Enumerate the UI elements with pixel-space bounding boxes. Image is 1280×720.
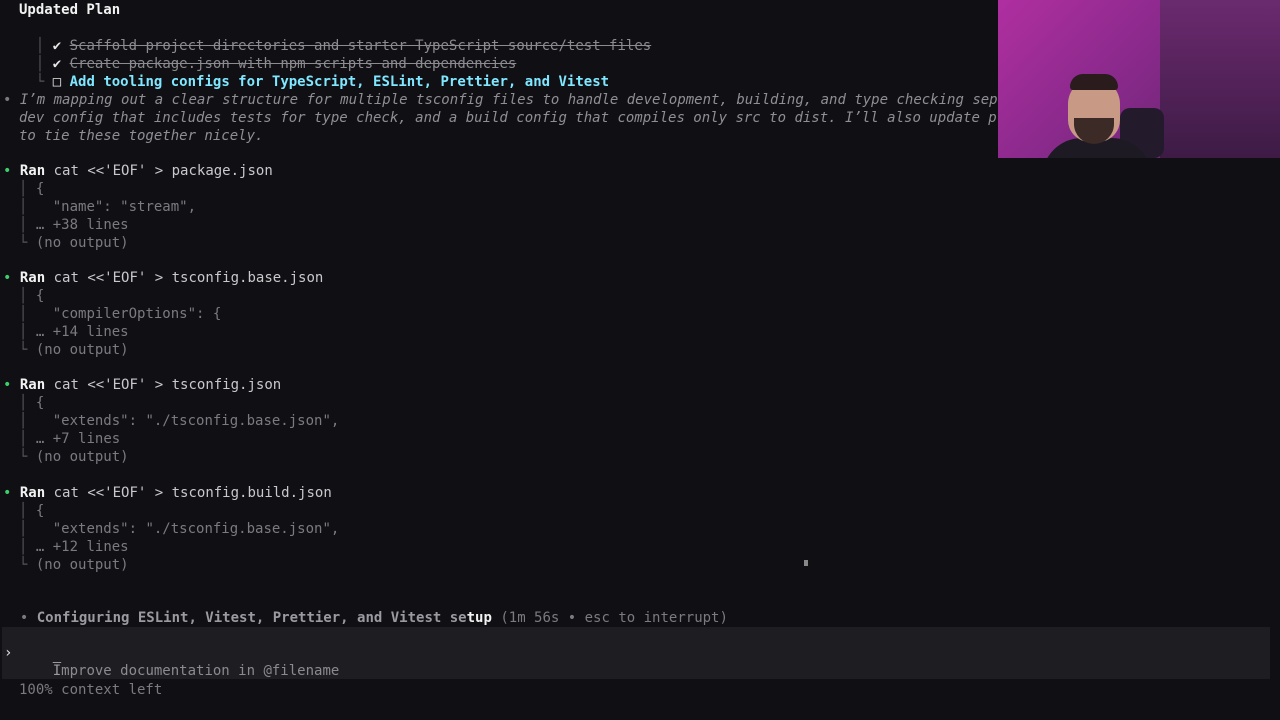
text-cursor: I — [52, 663, 62, 679]
bullet-icon: • — [3, 485, 12, 501]
status-text-highlight: tup — [466, 610, 492, 626]
run-output-line: "compilerOptions": { — [52, 306, 222, 322]
thought-line: dev config that includes tests for type … — [19, 110, 997, 126]
thought-text: I’m mapping out a clear structure for mu… — [19, 92, 998, 108]
tree-glyph: └ — [19, 342, 28, 358]
webcam-person-hair — [1070, 74, 1118, 90]
run-output-line: { — [35, 395, 45, 411]
webcam-background — [1160, 0, 1280, 158]
bullet-icon: • — [19, 610, 29, 626]
run-line: └ (no output) — [19, 341, 129, 359]
plan-item-text-active: Add tooling configs for TypeScript, ESLi… — [69, 74, 610, 90]
ellipsis-icon: … — [35, 539, 45, 555]
webcam-overlay — [998, 0, 1280, 158]
run-command: cat <<'EOF' > tsconfig.base.json — [53, 270, 324, 286]
run-line: │ { — [19, 287, 44, 305]
run-more-lines[interactable]: +7 lines — [53, 431, 120, 447]
run-line: │ … +7 lines — [19, 430, 120, 448]
run-command: cat <<'EOF' > tsconfig.json — [53, 377, 282, 393]
run-output-status: (no output) — [35, 449, 129, 465]
status-line: • Configuring ESLint, Vitest, Prettier, … — [3, 591, 728, 626]
run-line: │ … +12 lines — [19, 538, 129, 556]
tree-glyph: │ — [19, 324, 28, 340]
run-line: │ { — [19, 180, 44, 198]
run-line: └ (no output) — [19, 556, 129, 574]
run-label: Ran — [19, 485, 46, 501]
plan-item: │ ✔ Create package.json with npm scripts… — [19, 37, 516, 72]
run-more-lines[interactable]: +14 lines — [53, 324, 129, 340]
prompt-input[interactable]: › Improve documentation in @filename — [2, 627, 1270, 679]
placeholder-text: mprove documentation in @filename — [61, 663, 340, 679]
context-indicator: 100% context left — [19, 682, 163, 698]
tree-glyph: └ — [19, 449, 28, 465]
bullet-icon: • — [3, 163, 12, 179]
run-line: │ … +38 lines — [19, 216, 129, 234]
tree-glyph: │ — [19, 199, 28, 215]
ellipsis-icon: … — [35, 217, 45, 233]
run-header: • Ran cat <<'EOF' > package.json — [3, 162, 273, 180]
thought-line: to tie these together nicely. — [19, 128, 264, 144]
plan-item: │ ✔ Scaffold project directories and sta… — [19, 19, 651, 54]
status-text: Configuring ESLint, Vitest, Prettier, an… — [36, 610, 467, 626]
status-detail: (1m 56s • esc to interrupt) — [500, 610, 728, 626]
plan-title: Updated Plan — [19, 2, 121, 18]
prompt-caret-icon: › — [4, 645, 13, 661]
tree-glyph: │ — [19, 288, 28, 304]
run-output-line: "extends": "./tsconfig.base.json", — [52, 521, 340, 537]
bullet-icon: • — [3, 377, 12, 393]
run-command: cat <<'EOF' > package.json — [53, 163, 273, 179]
run-line: │ { — [19, 394, 44, 412]
run-line: └ (no output) — [19, 234, 129, 252]
run-label: Ran — [19, 163, 46, 179]
bullet-icon: • — [3, 270, 12, 286]
run-line: │ "extends": "./tsconfig.base.json", — [19, 520, 339, 538]
tree-glyph: │ — [19, 431, 28, 447]
run-output-line: { — [35, 503, 45, 519]
prompt-placeholder[interactable]: Improve documentation in @filename — [19, 644, 340, 679]
tree-glyph: │ — [19, 413, 28, 429]
run-line: │ "extends": "./tsconfig.base.json", — [19, 412, 339, 430]
run-output-line: "name": "stream", — [52, 199, 197, 215]
checkbox-icon: □ — [52, 74, 62, 90]
tree-glyph: │ — [19, 395, 28, 411]
bullet-icon: • — [3, 92, 12, 108]
run-line: │ "name": "stream", — [19, 198, 196, 216]
run-output-line: { — [35, 288, 45, 304]
run-line: └ (no output) — [19, 448, 129, 466]
plan-item: └ □ Add tooling configs for TypeScript, … — [19, 55, 609, 90]
run-output-status: (no output) — [35, 557, 129, 573]
run-header: • Ran cat <<'EOF' > tsconfig.base.json — [3, 269, 323, 287]
tree-glyph: │ — [19, 306, 28, 322]
run-output-status: (no output) — [35, 235, 129, 251]
mouse-pointer-icon — [804, 560, 808, 566]
run-output-status: (no output) — [35, 342, 129, 358]
run-more-lines[interactable]: +12 lines — [53, 539, 129, 555]
ellipsis-icon: … — [35, 431, 45, 447]
tree-glyph: │ — [19, 521, 28, 537]
tree-glyph: └ — [19, 557, 28, 573]
tree-glyph: │ — [19, 181, 28, 197]
run-command: cat <<'EOF' > tsconfig.build.json — [53, 485, 332, 501]
run-line: │ … +14 lines — [19, 323, 129, 341]
run-line: │ { — [19, 502, 44, 520]
run-label: Ran — [19, 377, 46, 393]
run-header: • Ran cat <<'EOF' > tsconfig.json — [3, 376, 281, 394]
run-header: • Ran cat <<'EOF' > tsconfig.build.json — [3, 484, 332, 502]
tree-glyph: │ — [19, 539, 28, 555]
tree-glyph: └ — [19, 235, 28, 251]
thought-line: • I’m mapping out a clear structure for … — [3, 91, 998, 109]
run-line: │ "compilerOptions": { — [19, 305, 221, 323]
tree-glyph: │ — [19, 217, 28, 233]
run-output-line: { — [35, 181, 45, 197]
tree-glyph: │ — [19, 503, 28, 519]
run-label: Ran — [19, 270, 46, 286]
ellipsis-icon: … — [35, 324, 45, 340]
run-more-lines[interactable]: +38 lines — [53, 217, 129, 233]
run-output-line: "extends": "./tsconfig.base.json", — [52, 413, 340, 429]
